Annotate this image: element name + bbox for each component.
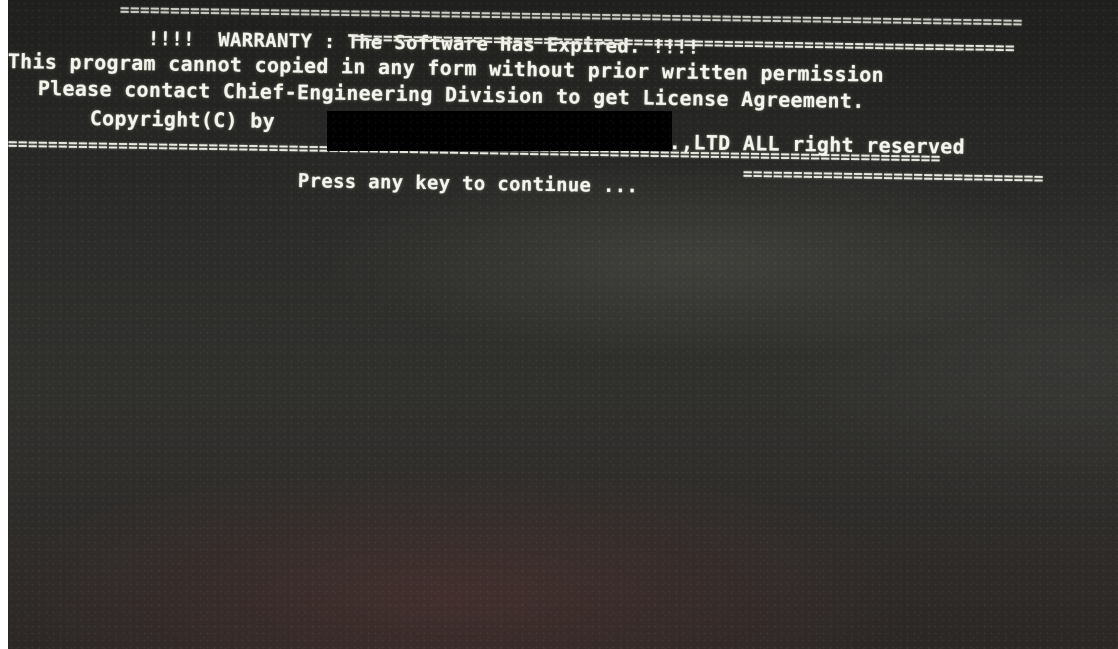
console-screen[interactable]: ========================================… [8, 0, 1118, 649]
copyright-label: Copyright(C) by [89, 106, 276, 133]
top-separator-rule: ========================================… [119, 0, 1023, 32]
bottom-separator-rule-right: ============================== [742, 164, 1044, 188]
photo-frame: ========================================… [0, 0, 1118, 649]
rights-reserved-message: .,LTD ALL right reserved [668, 130, 966, 159]
press-any-key-prompt: Press any key to continue ... [297, 170, 639, 198]
redacted-company-name [327, 111, 672, 151]
